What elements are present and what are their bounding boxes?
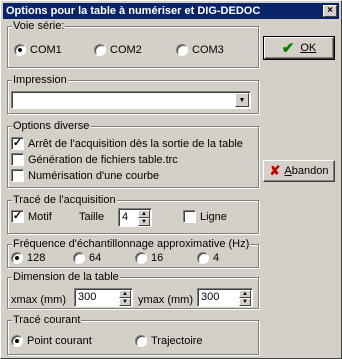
group-voie-serie: Voie série: COM1 COM2 COM3: [7, 19, 259, 68]
group-title: Options diverse: [12, 119, 91, 133]
ok-button[interactable]: ✔ OK: [263, 36, 335, 60]
radio-indicator: [197, 252, 209, 264]
checkbox-label: Arrêt de l'acquisition dès la sortie de …: [28, 137, 243, 150]
cross-icon: ✘: [269, 163, 281, 178]
title-bar[interactable]: Options pour la table à numériser et DIG…: [3, 3, 339, 19]
radio-indicator: [176, 44, 188, 56]
checkbox-label: Numérisation d'une courbe: [28, 169, 160, 182]
checkbox-indicator: [11, 169, 24, 182]
group-frequence: Fréquence d'échantillonnage approximativ…: [7, 237, 259, 268]
options-dialog: Options pour la table à numériser et DIG…: [0, 0, 342, 359]
window-title: Options pour la table à numériser et DIG…: [6, 5, 261, 17]
radio-label: 64: [89, 252, 102, 264]
radio-freq-16[interactable]: 16: [135, 252, 163, 264]
check-icon: ✓: [11, 210, 24, 223]
radio-indicator: [14, 44, 26, 56]
group-options-diverse: Options diverse ✓ Arrêt de l'acquisition…: [7, 119, 259, 188]
radio-indicator: [135, 335, 147, 347]
ymax-label: ymax (mm): [138, 294, 193, 306]
xmax-value: 300: [78, 291, 97, 303]
xmax-spinner[interactable]: 300 ▲ ▼: [74, 288, 133, 307]
radio-freq-4[interactable]: 4: [197, 252, 219, 264]
radio-indicator: [94, 44, 106, 56]
abandon-label: Abandon: [284, 165, 329, 177]
group-title: Tracé de l'acquisition: [12, 193, 117, 207]
taille-spinner[interactable]: 4 ▲ ▼: [118, 208, 152, 227]
group-dimension: Dimension de la table xmax (mm) 300 ▲ ▼ …: [7, 270, 259, 309]
checkbox-label: Motif: [28, 210, 52, 223]
group-title: Impression: [12, 73, 68, 87]
ymax-value: 300: [201, 291, 220, 303]
group-title: Voie série:: [12, 19, 66, 33]
checkbox-generation-trc[interactable]: Génération de fichiers table.trc: [11, 153, 178, 166]
spin-down-icon[interactable]: ▼: [138, 218, 150, 226]
radio-com1[interactable]: COM1: [14, 44, 62, 56]
radio-com3[interactable]: COM3: [176, 44, 224, 56]
radio-label: 16: [151, 252, 164, 264]
radio-trajectoire[interactable]: Trajectoire: [135, 335, 203, 347]
checkbox-indicator: [183, 210, 196, 223]
checkbox-motif[interactable]: ✓ Motif: [11, 210, 52, 223]
radio-label: COM1: [30, 44, 62, 56]
radio-indicator: [73, 252, 85, 264]
radio-label: 4: [213, 252, 220, 264]
checkbox-arret-acquisition[interactable]: ✓ Arrêt de l'acquisition dès la sortie d…: [11, 137, 243, 150]
spinner-buttons[interactable]: ▲ ▼: [119, 290, 131, 306]
radio-label: 128: [27, 252, 46, 264]
checkbox-indicator: [11, 153, 24, 166]
spinner-buttons[interactable]: ▲ ▼: [239, 290, 251, 306]
chevron-down-icon[interactable]: ▼: [235, 93, 249, 107]
checkbox-label: Ligne: [200, 210, 227, 223]
checkmark-icon: ✔: [281, 40, 295, 57]
group-title: Fréquence d'échantillonnage approximativ…: [12, 237, 251, 251]
spin-up-icon[interactable]: ▲: [138, 210, 150, 218]
spinner-buttons[interactable]: ▲ ▼: [138, 210, 150, 226]
group-trace-acquisition: Tracé de l'acquisition ✓ Motif Taille 4 …: [7, 193, 259, 234]
radio-indicator: [135, 252, 147, 264]
radio-freq-128[interactable]: 128: [11, 252, 45, 264]
radio-label: Trajectoire: [151, 335, 203, 347]
radio-label: COM2: [110, 44, 142, 56]
xmax-label: xmax (mm): [11, 294, 66, 306]
abandon-button[interactable]: ✘ Abandon: [263, 160, 335, 182]
checkbox-ligne[interactable]: Ligne: [183, 210, 227, 223]
radio-label: Point courant: [27, 335, 92, 347]
ok-label: OK: [300, 42, 317, 54]
group-title: Dimension de la table: [12, 270, 120, 284]
radio-point-courant[interactable]: Point courant: [11, 335, 92, 347]
radio-label: COM3: [192, 44, 224, 56]
check-icon: ✓: [11, 137, 24, 150]
spin-up-icon[interactable]: ▲: [119, 290, 131, 298]
taille-value: 4: [122, 211, 129, 223]
spin-down-icon[interactable]: ▼: [119, 298, 131, 306]
spin-up-icon[interactable]: ▲: [239, 290, 251, 298]
checkbox-numerisation-courbe[interactable]: Numérisation d'une courbe: [11, 169, 159, 182]
checkbox-label: Génération de fichiers table.trc: [28, 153, 178, 166]
taille-label: Taille: [79, 211, 105, 223]
ymax-spinner[interactable]: 300 ▲ ▼: [197, 288, 253, 307]
group-impression: Impression ▼: [7, 73, 259, 114]
close-icon[interactable]: ×: [323, 5, 337, 17]
radio-com2[interactable]: COM2: [94, 44, 142, 56]
radio-freq-64[interactable]: 64: [73, 252, 101, 264]
printer-select[interactable]: ▼: [11, 91, 251, 109]
group-title: Tracé courant: [12, 313, 82, 327]
group-trace-courant: Tracé courant Point courant Trajectoire: [7, 313, 259, 355]
spin-down-icon[interactable]: ▼: [239, 298, 251, 306]
radio-indicator: [11, 335, 23, 347]
radio-indicator: [11, 252, 23, 264]
